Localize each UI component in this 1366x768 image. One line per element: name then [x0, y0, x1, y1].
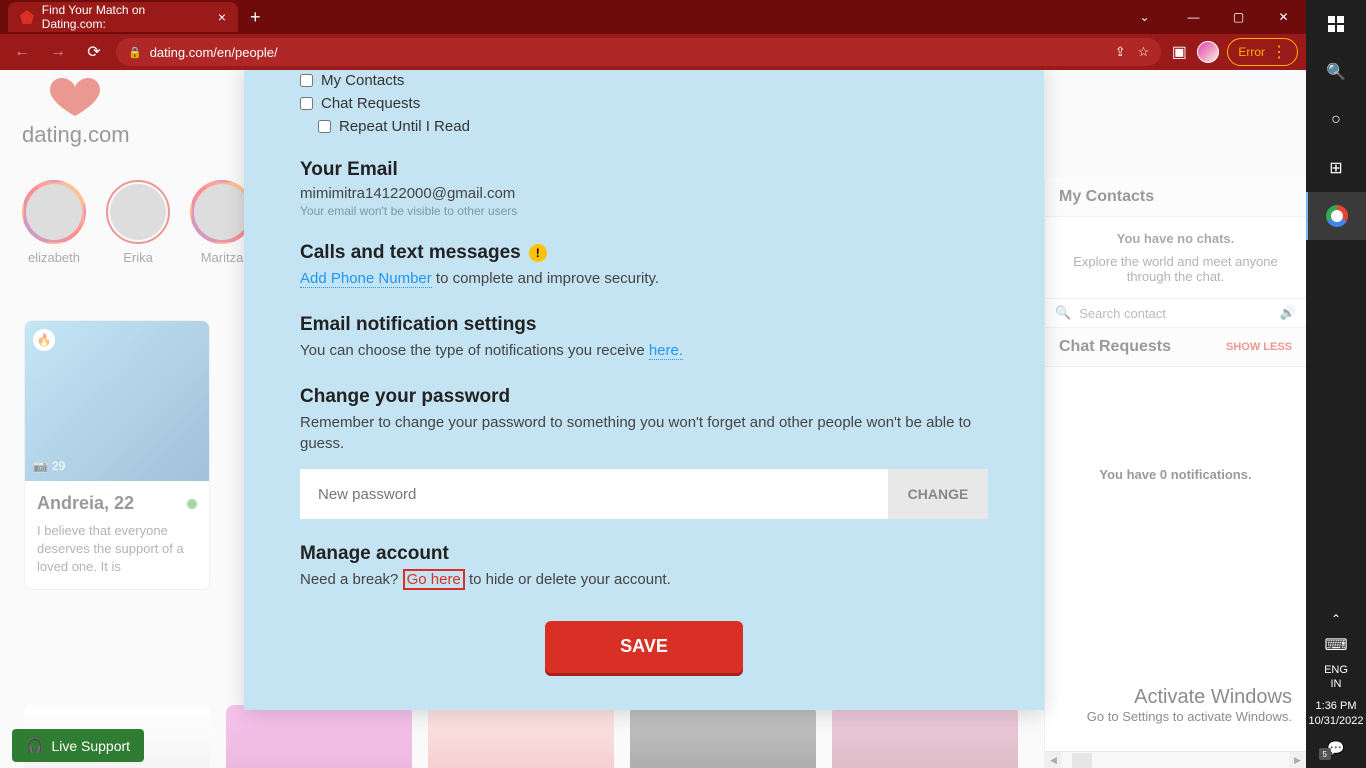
headset-icon: 🎧: [26, 737, 43, 754]
password-hint: Remember to change your password to some…: [300, 412, 988, 456]
cortana-button[interactable]: ○: [1306, 96, 1366, 144]
address-bar: ← → ⟳ 🔒 dating.com/en/people/ ⇪ ☆ ▣ Erro…: [0, 34, 1306, 70]
url-text: dating.com/en/people/: [150, 45, 1107, 60]
here-link[interactable]: here.: [649, 342, 683, 360]
new-password-input[interactable]: [300, 469, 888, 519]
share-icon[interactable]: ⇪: [1115, 44, 1126, 60]
email-notif-heading: Email notification settings: [300, 314, 988, 336]
reload-button[interactable]: ⟳: [80, 38, 108, 66]
task-view-button[interactable]: ⊞: [1306, 144, 1366, 192]
tab-search-icon[interactable]: ⌄: [1122, 0, 1167, 34]
lock-icon: 🔒: [128, 46, 142, 59]
keyboard-icon[interactable]: ⌨: [1306, 631, 1366, 659]
add-phone-link[interactable]: Add Phone Number: [300, 270, 432, 288]
tray-expand-icon[interactable]: ⌃: [1306, 607, 1366, 631]
go-here-link[interactable]: Go here: [403, 569, 465, 590]
your-email-heading: Your Email: [300, 159, 988, 181]
warning-icon: !: [529, 244, 547, 262]
url-box[interactable]: 🔒 dating.com/en/people/ ⇪ ☆: [116, 38, 1161, 66]
my-contacts-checkbox[interactable]: My Contacts: [300, 72, 988, 89]
forward-button[interactable]: →: [44, 38, 72, 66]
chrome-taskbar-icon[interactable]: [1306, 192, 1366, 240]
change-password-heading: Change your password: [300, 386, 988, 408]
email-hint: Your email won't be visible to other use…: [300, 204, 988, 218]
tab-bar: Find Your Match on Dating.com: × + ⌄ — ▢…: [0, 0, 1306, 34]
language-indicator[interactable]: ENG IN: [1324, 659, 1348, 696]
clock[interactable]: 1:36 PM 10/31/2022: [1308, 695, 1363, 732]
repeat-until-read-checkbox[interactable]: Repeat Until I Read: [318, 118, 988, 135]
search-button[interactable]: 🔍: [1306, 48, 1366, 96]
manage-account-heading: Manage account: [300, 543, 988, 565]
settings-modal: My Contacts Chat Requests Repeat Until I…: [244, 70, 1044, 710]
close-window-button[interactable]: ✕: [1261, 0, 1306, 34]
kebab-menu-icon[interactable]: ⋮: [1271, 42, 1287, 62]
minimize-button[interactable]: —: [1171, 0, 1216, 34]
browser-tab[interactable]: Find Your Match on Dating.com: ×: [8, 2, 238, 32]
heart-favicon: [20, 10, 34, 24]
close-tab-icon[interactable]: ×: [218, 9, 226, 25]
maximize-button[interactable]: ▢: [1216, 0, 1261, 34]
action-center-icon[interactable]: 💬 5: [1327, 732, 1344, 764]
profile-avatar[interactable]: [1197, 41, 1219, 63]
extensions-icon[interactable]: ▣: [1169, 42, 1189, 62]
change-password-button[interactable]: CHANGE: [888, 469, 988, 519]
error-badge[interactable]: Error ⋮: [1227, 38, 1298, 66]
tab-title: Find Your Match on Dating.com:: [42, 3, 210, 31]
email-value: mimimitra14122000@gmail.com: [300, 185, 988, 202]
windows-taskbar: 🔍 ○ ⊞ ⌃ ⌨ ENG IN 1:36 PM 10/31/2022 💬 5: [1306, 0, 1366, 768]
back-button[interactable]: ←: [8, 38, 36, 66]
live-support-button[interactable]: 🎧 Live Support: [12, 729, 144, 762]
calls-heading: Calls and text messages !: [300, 242, 988, 264]
new-tab-button[interactable]: +: [250, 7, 261, 28]
start-button[interactable]: [1306, 0, 1366, 48]
chat-requests-checkbox[interactable]: Chat Requests: [300, 95, 988, 112]
bookmark-star-icon[interactable]: ☆: [1138, 44, 1150, 60]
save-button[interactable]: SAVE: [545, 621, 743, 673]
